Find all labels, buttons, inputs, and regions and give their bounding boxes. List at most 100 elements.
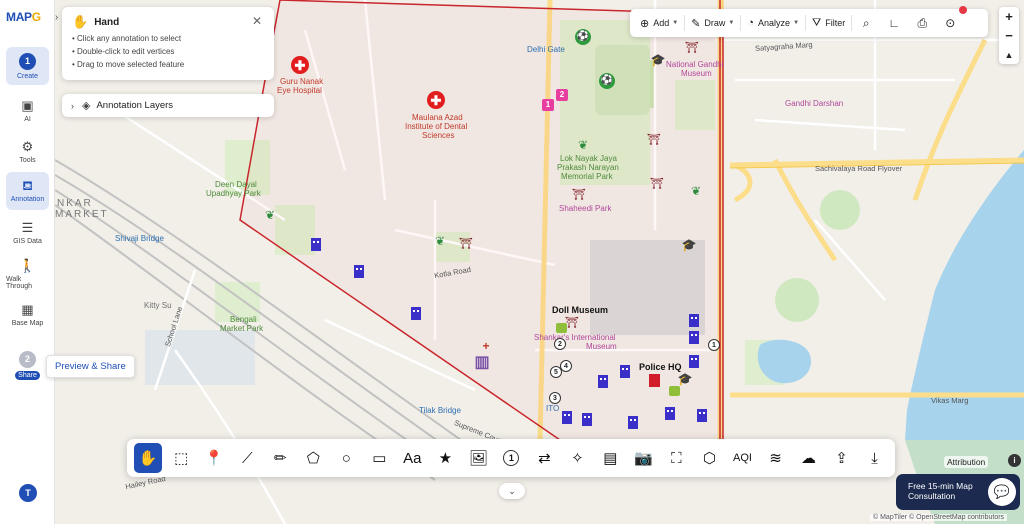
building-marker[interactable] — [689, 314, 699, 327]
camera-tool-button[interactable]: 📷 — [627, 443, 660, 473]
police-marker[interactable] — [649, 374, 660, 387]
ai-icon: ▣ — [21, 98, 34, 113]
monument-marker[interactable]: ⛩ — [685, 41, 699, 55]
download-tool-button[interactable]: ⤓ — [858, 443, 891, 473]
3d-box-tool-button[interactable]: ⬡ — [693, 443, 726, 473]
annotation-layers-toggle[interactable]: › ◈ Annotation Layers — [62, 94, 274, 117]
monument-marker[interactable]: ⛩ — [565, 316, 579, 330]
weather-tool-button[interactable]: ☁ — [792, 443, 825, 473]
hospital-marker[interactable]: ✚ — [427, 91, 445, 109]
shape-tool-button[interactable]: ✧ — [561, 443, 594, 473]
building-marker[interactable] — [311, 238, 321, 251]
lock-marker[interactable] — [556, 323, 567, 333]
zoom-out-button[interactable]: − — [999, 26, 1019, 45]
upload-tool-button[interactable]: ⇪ — [825, 443, 858, 473]
building-marker[interactable] — [665, 407, 675, 420]
library-marker[interactable]: ▥ — [474, 355, 489, 371]
rectangle-tool-button[interactable]: ▭ — [363, 443, 396, 473]
sidebar-item-share[interactable]: 2 Share — [6, 346, 49, 384]
label-lok-nayak-1: Lok Nayak Jaya — [560, 154, 617, 163]
circle-tool-button[interactable]: ○ — [330, 443, 363, 473]
school-marker[interactable]: 🎓 — [682, 238, 697, 252]
measure-icon[interactable]: ∟ — [880, 9, 908, 37]
building-marker[interactable] — [354, 265, 364, 278]
label-guru-nanak-1: Guru Nanak — [280, 77, 324, 86]
school-marker[interactable]: 🎓 — [678, 372, 693, 386]
sidebar-item-ai[interactable]: ▣ AI — [6, 92, 49, 130]
monument-marker[interactable]: ⛩ — [647, 133, 661, 147]
building-marker[interactable] — [628, 416, 638, 429]
school-marker[interactable]: 🎓 — [651, 53, 666, 67]
stadium-marker[interactable]: ⚽ — [575, 29, 591, 45]
building-marker[interactable] — [411, 307, 421, 320]
sidebar-item-base-map[interactable]: ▦ Base Map — [6, 296, 49, 334]
line-tool-button[interactable]: ⟋ — [231, 443, 264, 473]
park-leaf-marker[interactable]: ❦ — [576, 138, 590, 152]
attribution-label[interactable]: Attribution — [944, 456, 989, 468]
pink-number-marker[interactable]: 2 — [556, 89, 568, 101]
app-logo[interactable]: MAPG — [6, 10, 41, 24]
building-marker[interactable] — [697, 409, 707, 422]
number-tool-button[interactable]: 1 — [495, 443, 528, 473]
aqi-tool-button[interactable]: AQI — [726, 443, 759, 473]
sidebar-item-annotation[interactable]: ⛾ Annotation — [6, 172, 49, 210]
monument-marker[interactable]: ⛩ — [459, 237, 473, 251]
number-marker[interactable]: 1 — [708, 339, 720, 351]
wind-tool-button[interactable]: ≋ — [759, 443, 792, 473]
compass-icon[interactable]: ▲ — [999, 45, 1019, 64]
label-lok-nayak-2: Prakash Narayan — [557, 163, 619, 172]
hospital-marker[interactable]: ✚ — [291, 56, 309, 74]
building-tool-button[interactable]: ▤ — [594, 443, 627, 473]
sidebar-item-tools[interactable]: ⚙ Tools — [6, 133, 49, 171]
select-tool-button[interactable]: ⬚ — [165, 443, 198, 473]
hand-tool-button[interactable]: ✋ — [134, 443, 162, 473]
sidebar-item-gis-data[interactable]: ☰ GIS Data — [6, 214, 49, 252]
search-icon[interactable]: ⌕ — [852, 9, 880, 37]
polygon-tool-button[interactable]: ⬠ — [297, 443, 330, 473]
pink-number-marker[interactable]: 1 — [542, 99, 554, 111]
expand-chevron-icon[interactable]: ⌄ — [499, 483, 525, 499]
medical-marker[interactable]: + — [479, 339, 493, 353]
user-avatar[interactable]: T — [19, 484, 37, 502]
info-icon[interactable]: i — [1008, 454, 1021, 467]
park-leaf-marker[interactable]: ❦ — [689, 184, 703, 198]
label-maulana-3: Sciences — [422, 131, 455, 140]
number-marker[interactable]: 2 — [554, 338, 566, 350]
consultation-button[interactable]: Free 15-min Map Consultation 💬 — [896, 474, 1020, 510]
print-icon[interactable]: ⎙ — [908, 9, 936, 37]
monument-marker[interactable]: ⛩ — [650, 177, 664, 191]
database-icon: ☰ — [21, 220, 34, 235]
number-marker[interactable]: 5 — [550, 366, 562, 378]
text-tool-button[interactable]: Aa — [396, 443, 429, 473]
freehand-tool-button[interactable]: ✏ — [264, 443, 297, 473]
locate-icon[interactable]: ⊙ — [936, 6, 968, 37]
image-tool-button[interactable]: 🖼 — [462, 443, 495, 473]
analyze-button[interactable]: ◔ Analyze ▼ — [741, 9, 805, 37]
park-leaf-marker[interactable]: ❦ — [433, 234, 447, 248]
number-marker[interactable]: 3 — [549, 392, 561, 404]
hint-text: • Drag to move selected feature — [72, 60, 185, 69]
chat-bubble-icon[interactable]: 💬 — [988, 478, 1016, 506]
building-marker[interactable] — [582, 413, 592, 426]
marker-tool-button[interactable]: 📍 — [198, 443, 231, 473]
star-tool-button[interactable]: ★ — [429, 443, 462, 473]
building-marker[interactable] — [689, 331, 699, 344]
building-marker[interactable] — [689, 355, 699, 368]
add-button[interactable]: ⊕ Add ▼ — [634, 9, 684, 37]
building-marker[interactable] — [598, 375, 608, 388]
park-leaf-marker[interactable]: ❦ — [263, 208, 277, 222]
zoom-in-button[interactable]: + — [999, 7, 1019, 26]
sidebar-item-walk-through[interactable]: 🚶 Walk Through — [6, 255, 49, 293]
lock-marker[interactable] — [669, 386, 680, 396]
building-marker[interactable] — [620, 365, 630, 378]
sidebar-item-create[interactable]: 1 Create — [6, 47, 49, 85]
draw-button[interactable]: ✎ Draw ▼ — [685, 9, 740, 37]
photo-tool-button[interactable]: ⛶ — [660, 443, 693, 473]
label-shankar-1: Shankar's International — [534, 333, 616, 342]
filter-button[interactable]: ⛛ Filter — [806, 9, 851, 37]
close-icon[interactable]: ✕ — [252, 14, 262, 28]
monument-marker[interactable]: ⛩ — [572, 188, 586, 202]
building-marker[interactable] — [562, 411, 572, 424]
route-tool-button[interactable]: ⇄ — [528, 443, 561, 473]
stadium-marker[interactable]: ⚽ — [599, 73, 615, 89]
